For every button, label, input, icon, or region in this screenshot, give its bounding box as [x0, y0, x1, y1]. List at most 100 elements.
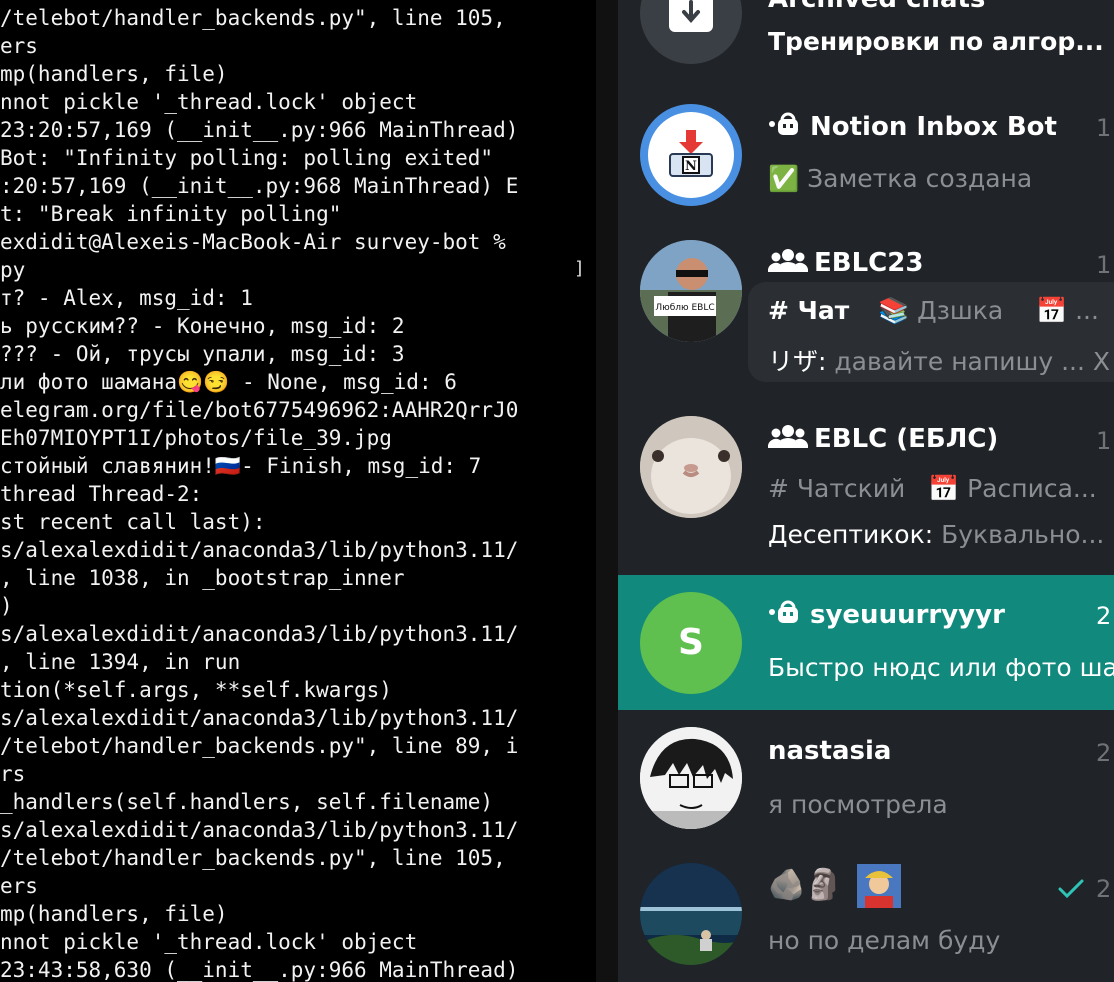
terminal-line: t: "Break infinity polling"	[0, 202, 342, 226]
chat-time: 2	[1096, 602, 1112, 630]
terminal-line: _handlers(self.handlers, self.filename)	[0, 790, 494, 814]
terminal-line: ли фото шамана😋😏 - None, msg_id: 6	[0, 370, 457, 394]
avatar-syeuuurryyyr: S	[640, 592, 742, 694]
terminal-line: ь русским?? - Конечно, msg_id: 2	[0, 314, 405, 338]
chat-row-nastasia[interactable]: nastasia 2 я посмотрела	[618, 710, 1114, 846]
sender-name: リザ:	[768, 347, 827, 376]
checkmark-icon	[1058, 879, 1084, 899]
topic-tab-schedule[interactable]: 📅 Расписа...	[928, 474, 1097, 504]
chat-title-emojis: 🪨🗿	[768, 864, 902, 908]
avatar-manga-drawing	[640, 727, 742, 829]
avatar-photo: Люблю EBLC	[640, 240, 742, 342]
chat-row-notion-inbox-bot[interactable]: N Notion Inbox Bot 1 ✅ Заметка создана	[618, 86, 1114, 222]
terminal-line: т? - Alex, msg_id: 1	[0, 286, 253, 310]
topic-tab-homework[interactable]: 📚 Дзшка	[878, 296, 1003, 326]
terminal-line: s/alexalexdidit/anaconda3/lib/python3.11…	[0, 706, 519, 730]
svg-text:N: N	[685, 159, 697, 174]
terminal-bracket: ]	[574, 258, 585, 279]
chat-preview: я посмотрела	[768, 790, 948, 819]
terminal-line: /telebot/handler_backends.py", line 105,	[0, 6, 506, 30]
terminal-line: thread Thread-2:	[0, 482, 203, 506]
topic-tab-chat[interactable]: # Чат	[768, 296, 849, 325]
chat-row-eblc23[interactable]: Люблю EBLC EBLC23 1 # Чат 📚 Дзшка 📅 ... …	[618, 222, 1114, 398]
books-emoji: 📚	[878, 296, 910, 325]
avatar-sea-photo	[640, 863, 742, 965]
terminal-line: ??? - Ой, трусы упали, msg_id: 3	[0, 342, 405, 366]
avatar-nastasia	[640, 727, 742, 829]
moai-emoji: 🗿	[805, 867, 843, 903]
chat-time: 2	[1096, 739, 1112, 767]
chat-row-syeuuurryyyr[interactable]: S syeuuurryyyr 2 Быстро нюдс или фото ша	[618, 575, 1114, 710]
bot-icon	[768, 111, 804, 144]
chat-preview: ✅ Заметка создана	[768, 164, 1033, 193]
sender-name: Десептикок:	[768, 520, 934, 549]
avatar-eblc	[640, 416, 742, 518]
terminal-line: tion(*self.args, **self.kwargs)	[0, 678, 392, 702]
chat-name: Notion Inbox Bot	[768, 111, 1057, 144]
terminal-line: elegram.org/file/bot6775496962:AAHR2QrrJ…	[0, 398, 519, 422]
terminal-line: mp(handlers, file)	[0, 902, 228, 926]
chat-name: EBLC23	[767, 248, 923, 279]
avatar-letter: S	[678, 622, 704, 663]
chat-list[interactable]: Archived chats Тренировки по алгор... N …	[618, 0, 1114, 982]
terminal-line: Bot: "Infinity polling: polling exited"	[0, 146, 494, 170]
avatar-notion-bot: N	[640, 104, 742, 206]
avatar-eblc23: Люблю EBLC	[640, 240, 742, 342]
terminal-line: s/alexalexdidit/anaconda3/lib/python3.11…	[0, 622, 519, 646]
avatar-landscape	[640, 863, 742, 965]
chat-time: 1	[1096, 114, 1112, 142]
check-emoji: ✅	[768, 164, 800, 193]
calendar-emoji: 📅	[1036, 296, 1068, 325]
chat-preview: но по делам буду	[768, 926, 1001, 955]
topic-tab-more[interactable]: 📅 ...	[1036, 296, 1099, 326]
archive-icon	[669, 0, 713, 32]
svg-text:Люблю EBLC: Люблю EBLC	[655, 303, 714, 313]
terminal-line: 23:43:58,630 (__init__.py:966 MainThread…	[0, 958, 519, 982]
topic-tab-chatsky[interactable]: # Чатский	[768, 474, 905, 503]
sticker-avatar	[857, 864, 902, 908]
terminal-line: ers	[0, 874, 38, 898]
group-icon	[767, 424, 809, 455]
avatar-rabbit-photo	[640, 416, 742, 518]
terminal-line: /telebot/handler_backends.py", line 105,	[0, 846, 506, 870]
archived-title: Archived chats	[768, 0, 985, 14]
chat-preview: Десептикок: Буквально...	[768, 520, 1105, 549]
terminal-line: /telebot/handler_backends.py", line 89, …	[0, 734, 519, 758]
terminal-line: st recent call last):	[0, 510, 266, 534]
calendar-emoji: 📅	[928, 474, 960, 503]
terminal-line: 23:20:57,169 (__init__.py:966 MainThread…	[0, 118, 519, 142]
chat-time: 1	[1096, 251, 1112, 279]
archive-avatar	[640, 0, 742, 64]
chat-name: syeuuurryyyr	[768, 599, 1005, 632]
chat-preview: リザ: давайте напишу ... X	[768, 347, 1110, 376]
terminal-line: s/alexalexdidit/anaconda3/lib/python3.11…	[0, 818, 519, 842]
chat-time: 2	[1058, 875, 1111, 903]
archived-chats-row[interactable]: Archived chats Тренировки по алгор...	[618, 0, 1114, 86]
chat-name: nastasia	[768, 736, 892, 766]
chat-preview: Быстро нюдс или фото ша	[768, 653, 1114, 682]
bot-icon	[768, 599, 804, 632]
terminal-line: py	[0, 258, 26, 282]
terminal-line: стойный славянин!🇷🇺- Finish, msg_id: 7	[0, 454, 482, 478]
terminal-line: Eh07MIOYPT1I/photos/file_39.jpg	[0, 426, 392, 450]
terminal-line: s/alexalexdidit/anaconda3/lib/python3.11…	[0, 538, 519, 562]
terminal-line: :20:57,169 (__init__.py:968 MainThread) …	[0, 174, 519, 198]
terminal-line: nnot pickle '_thread.lock' object	[0, 930, 418, 954]
chat-time: 1	[1096, 427, 1112, 455]
chat-row-last[interactable]: 🪨🗿 2 но по делам буду	[618, 846, 1114, 982]
terminal-line: rs	[0, 762, 26, 786]
terminal-window[interactable]: /telebot/handler_backends.py", line 105,…	[0, 0, 596, 982]
rock-emoji: 🪨	[768, 867, 806, 903]
terminal-line: )	[0, 594, 13, 618]
notion-inbox-icon: N	[648, 112, 734, 198]
terminal-line: , line 1394, in run	[0, 650, 241, 674]
archived-preview: Тренировки по алгор...	[768, 27, 1104, 56]
terminal-line: nnot pickle '_thread.lock' object	[0, 90, 418, 114]
window-divider	[596, 0, 618, 982]
chat-name: EBLC (ЕБЛС)	[767, 424, 998, 455]
terminal-line: mp(handlers, file)	[0, 62, 228, 86]
chat-row-eblc[interactable]: EBLC (ЕБЛС) 1 # Чатский 📅 Расписа... Дес…	[618, 398, 1114, 574]
group-icon	[767, 248, 809, 279]
terminal-line: , line 1038, in _bootstrap_inner	[0, 566, 405, 590]
terminal-line: ers	[0, 34, 38, 58]
